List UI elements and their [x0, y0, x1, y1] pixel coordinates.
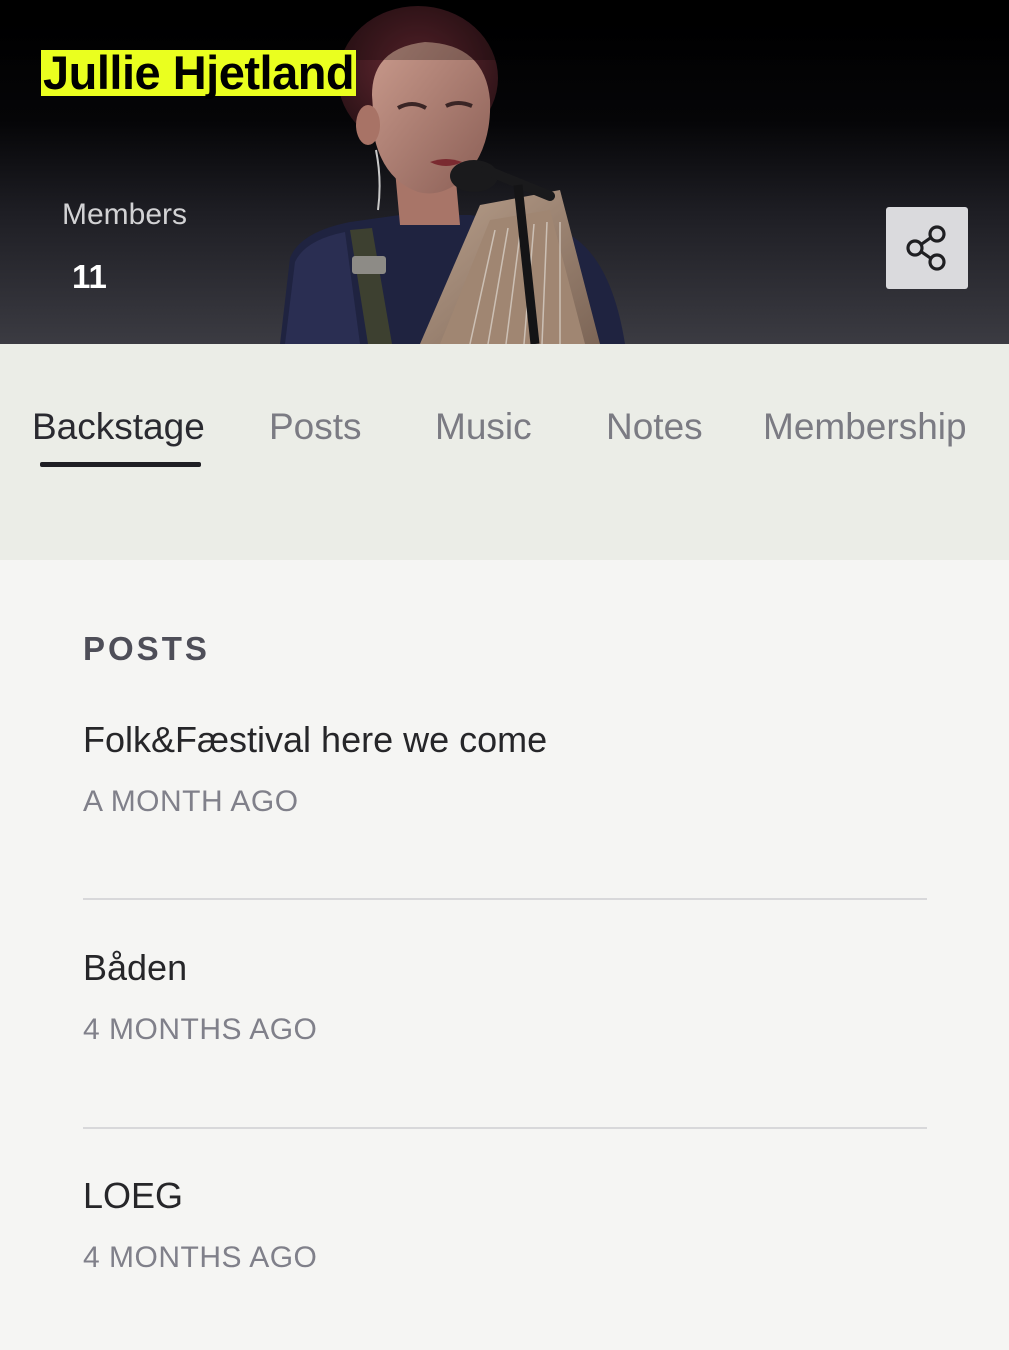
post-item[interactable]: Folk&Fæstival here we come A MONTH AGO [83, 719, 927, 820]
post-title: Folk&Fæstival here we come [83, 719, 548, 760]
share-button[interactable] [886, 207, 968, 289]
active-tab-indicator [40, 462, 201, 467]
tab-backstage[interactable]: Backstage [32, 404, 205, 450]
post-timestamp: 4 MONTHS AGO [83, 1013, 318, 1046]
tab-membership[interactable]: Membership [763, 404, 967, 450]
post-title: Båden [83, 947, 188, 988]
members-label: Members [62, 198, 188, 231]
tab-notes[interactable]: Notes [606, 404, 703, 450]
post-title: LOEG [83, 1175, 184, 1216]
tab-posts[interactable]: Posts [269, 404, 362, 450]
divider [83, 898, 927, 900]
post-item[interactable]: LOEG 4 MONTHS AGO [83, 1175, 927, 1276]
artist-name: Jullie Hjetland [41, 46, 357, 99]
tab-bar [0, 344, 1009, 560]
post-timestamp: 4 MONTHS AGO [83, 1241, 318, 1274]
posts-section-title: POSTS [83, 630, 210, 667]
post-timestamp: A MONTH AGO [83, 785, 299, 818]
share-icon [906, 225, 946, 271]
post-item[interactable]: Båden 4 MONTHS AGO [83, 947, 927, 1048]
tab-music[interactable]: Music [435, 404, 532, 450]
artist-header: Jullie Hjetland Members 11 [0, 0, 1009, 344]
divider [83, 1127, 927, 1129]
members-count: 11 [72, 258, 107, 295]
